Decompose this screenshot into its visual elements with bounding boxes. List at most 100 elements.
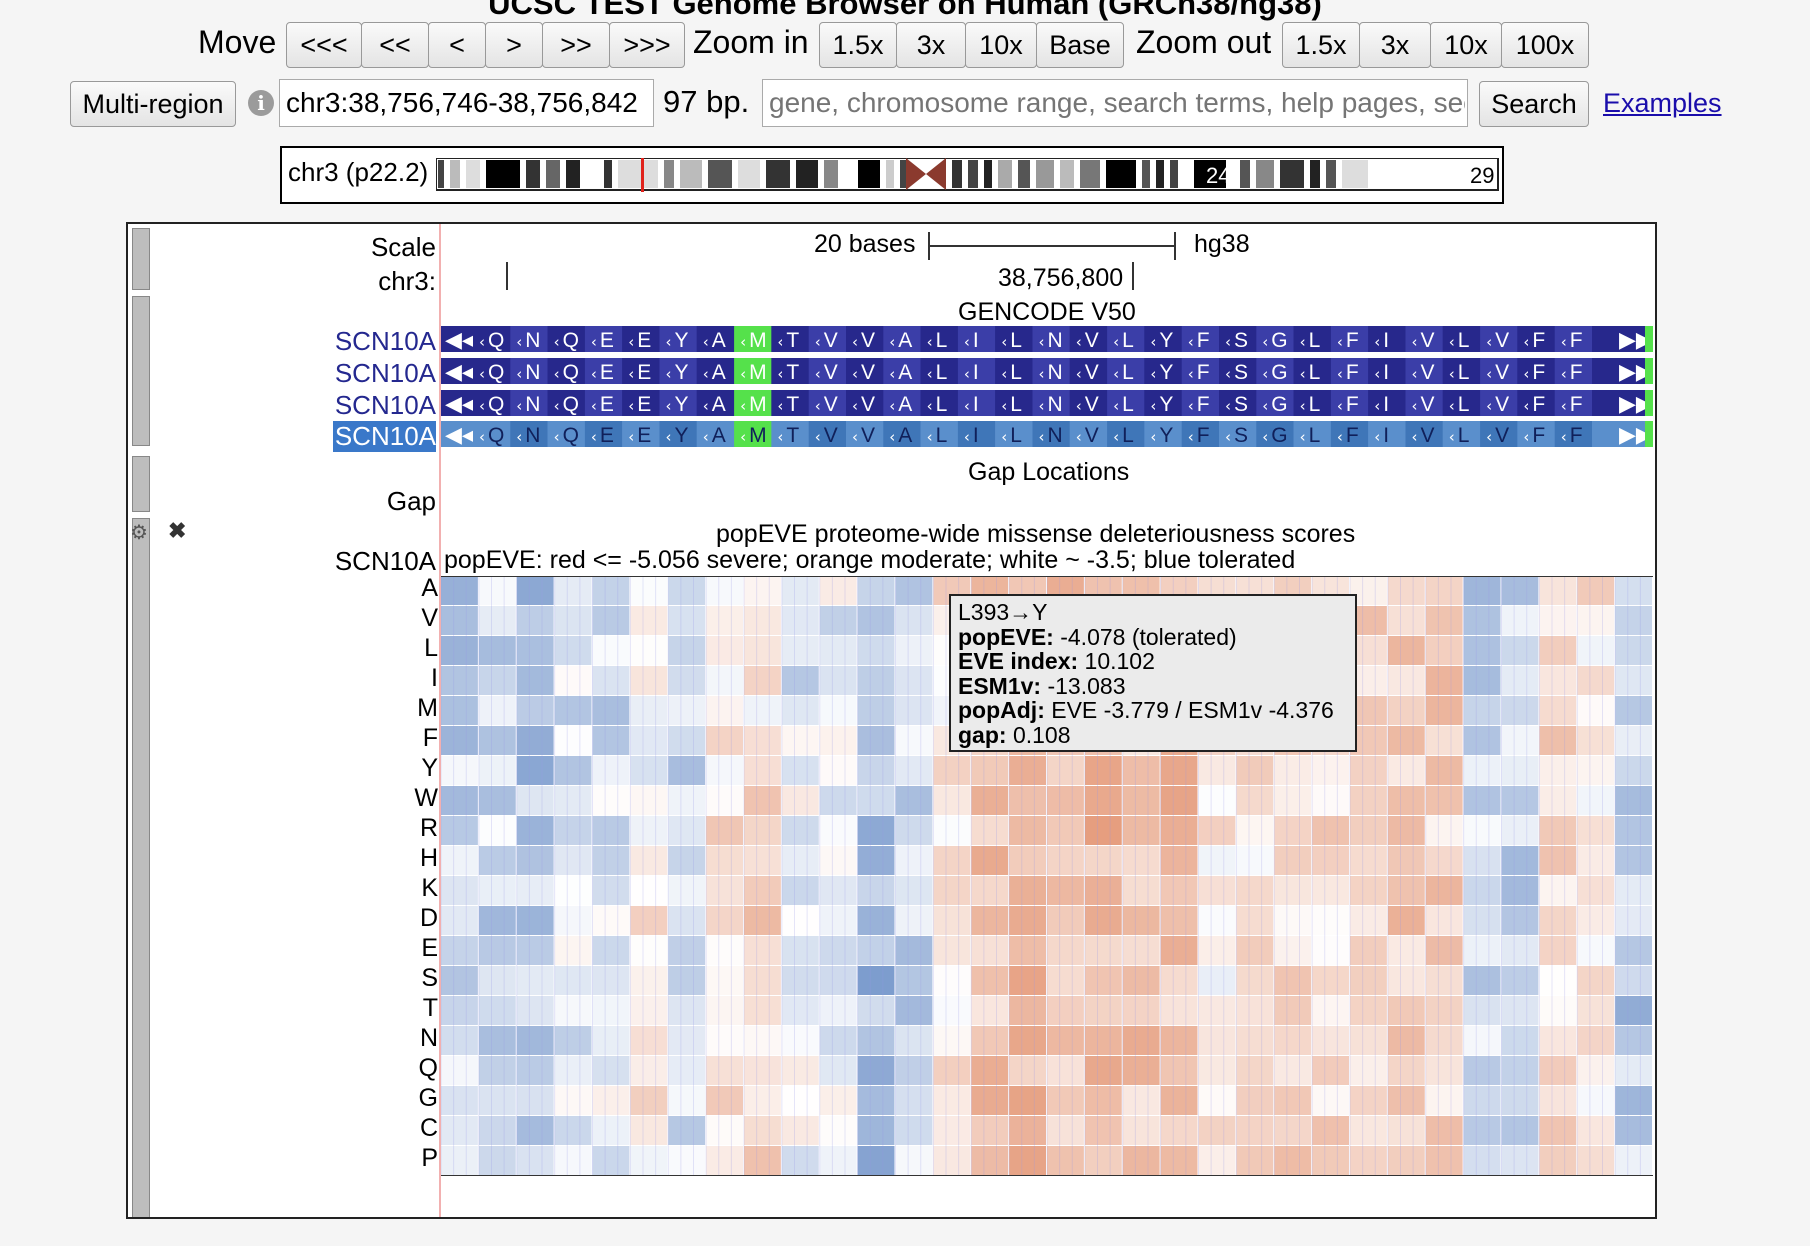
gencode-track-handle[interactable] <box>132 296 150 446</box>
strand-arrow: ‹ <box>591 365 597 383</box>
zoom-out-10x-button[interactable]: 10x <box>1430 22 1502 68</box>
move-step-left-button[interactable]: < <box>428 22 486 68</box>
score-cell <box>1312 846 1349 875</box>
zoom-in-3x-button[interactable]: 3x <box>896 22 966 68</box>
amino-acid-letter: N <box>1048 329 1063 352</box>
amino-acid-label-P: P <box>421 1144 438 1172</box>
gear-icon[interactable]: ⚙ <box>130 520 152 544</box>
amino-acid-letter: Q <box>563 424 579 447</box>
scale-track-handle[interactable] <box>132 228 150 290</box>
amino-acid-letter: Q <box>488 393 504 416</box>
score-cell <box>706 1056 743 1085</box>
score-cell <box>630 666 668 695</box>
search-button[interactable]: Search <box>1479 81 1589 127</box>
amino-acid-letter: Q <box>488 424 504 447</box>
gene-label-4-selected[interactable]: SCN10A <box>333 421 436 452</box>
score-cell <box>1198 966 1236 995</box>
score-cell <box>933 1116 971 1145</box>
score-cell <box>706 1026 743 1055</box>
ideogram-band <box>732 160 738 188</box>
score-cell <box>933 846 971 875</box>
amino-acid-label-Y: Y <box>421 754 438 782</box>
strand-arrow: ‹ <box>1412 428 1418 446</box>
multi-region-button[interactable]: Multi-region <box>70 81 236 127</box>
move-right-button[interactable]: >> <box>542 22 610 68</box>
score-cell <box>1501 696 1539 725</box>
amino-acid-label-T: T <box>422 994 438 1022</box>
zoom-base-button[interactable]: Base <box>1036 22 1124 68</box>
amino-acid-letter: L <box>1010 329 1022 352</box>
ideogram-band <box>886 160 894 188</box>
zoom-out-100x-button[interactable]: 100x <box>1501 22 1589 68</box>
amino-acid-label-F: F <box>422 724 438 752</box>
info-icon[interactable]: i <box>248 90 274 116</box>
search-input[interactable] <box>762 79 1468 127</box>
gene-end-marker <box>1645 326 1653 352</box>
score-cell <box>1425 1116 1463 1145</box>
ideogram-band <box>992 160 998 188</box>
strand-arrow: ‹ <box>1150 397 1156 415</box>
strand-arrow: ‹ <box>666 365 672 383</box>
strand-arrow: ‹ <box>554 428 560 446</box>
score-cell <box>1539 906 1577 935</box>
amino-acid-letter: V <box>861 393 875 416</box>
score-cell <box>895 786 933 815</box>
amino-acid-label-A: A <box>421 574 438 602</box>
amino-acid-letter: I <box>1383 393 1389 416</box>
gene-label-3[interactable]: SCN10A <box>288 390 436 421</box>
gene-models[interactable]: ◀◀ ‹ Q ‹ N ‹ Q ‹ E ‹ E ‹ Y ‹ A ‹ M ‹ T ‹ V ‹ V ‹ A ‹ L ‹ I ‹ L ‹ N ‹ V ‹ L ‹ Y… <box>441 326 1655 450</box>
score-cell <box>1615 606 1652 635</box>
chromosome-ideogram[interactable]: chr3 (p22.2) 24 29 <box>280 146 1504 204</box>
score-cell <box>1198 1116 1236 1145</box>
score-cell <box>554 816 592 845</box>
band-label-29: 29 <box>1470 163 1494 188</box>
score-cell <box>668 846 706 875</box>
score-cell <box>744 666 781 695</box>
score-cell <box>781 996 819 1025</box>
strand-arrow: ‹ <box>1113 333 1119 351</box>
strand-arrow: ‹ <box>1076 397 1082 415</box>
popeve-track-handle[interactable] <box>132 518 150 1217</box>
score-cell <box>781 1146 819 1175</box>
score-cell <box>1009 816 1046 845</box>
score-cell <box>857 756 895 785</box>
score-cell <box>1160 1116 1198 1145</box>
amino-acid-letter: S <box>1234 329 1248 352</box>
amino-acid-letter: E <box>637 361 651 384</box>
move-step-right-button[interactable]: > <box>485 22 543 68</box>
score-cell <box>857 636 895 665</box>
zoom-out-1.5x-button[interactable]: 1.5x <box>1282 22 1360 68</box>
strand-arrow: ‹ <box>666 428 672 446</box>
score-cell <box>857 876 895 905</box>
score-cell <box>1463 1056 1501 1085</box>
move-far-right-button[interactable]: >>> <box>609 22 685 68</box>
score-cell <box>1463 1026 1501 1055</box>
gap-track-handle[interactable] <box>132 456 150 512</box>
ideogram-band <box>858 160 880 188</box>
score-cell <box>1009 876 1046 905</box>
amino-acid-letter: M <box>749 329 767 352</box>
score-cell <box>478 1146 516 1175</box>
score-cell <box>744 576 781 605</box>
score-cell <box>1539 636 1577 665</box>
move-left-button[interactable]: << <box>361 22 429 68</box>
score-cell <box>744 876 781 905</box>
amino-acid-letter: E <box>600 393 614 416</box>
zoom-out-3x-button[interactable]: 3x <box>1359 22 1431 68</box>
zoom-in-10x-button[interactable]: 10x <box>965 22 1037 68</box>
amino-acid-letter: N <box>525 424 540 447</box>
score-cell <box>1425 1056 1463 1085</box>
ideogram-band <box>702 160 708 188</box>
strand-arrow: ‹ <box>777 365 783 383</box>
score-cell <box>857 996 895 1025</box>
score-cell <box>554 846 592 875</box>
move-far-left-button[interactable]: <<< <box>286 22 362 68</box>
score-cell <box>1387 786 1425 815</box>
gene-label-2[interactable]: SCN10A <box>288 358 436 389</box>
strand-arrow: ‹ <box>1300 397 1306 415</box>
gene-label-1[interactable]: SCN10A <box>288 326 436 357</box>
ideogram-band <box>978 160 984 188</box>
close-icon[interactable]: ✖ <box>168 518 186 544</box>
examples-link[interactable]: Examples <box>1603 88 1722 119</box>
zoom-in-1.5x-button[interactable]: 1.5x <box>819 22 897 68</box>
